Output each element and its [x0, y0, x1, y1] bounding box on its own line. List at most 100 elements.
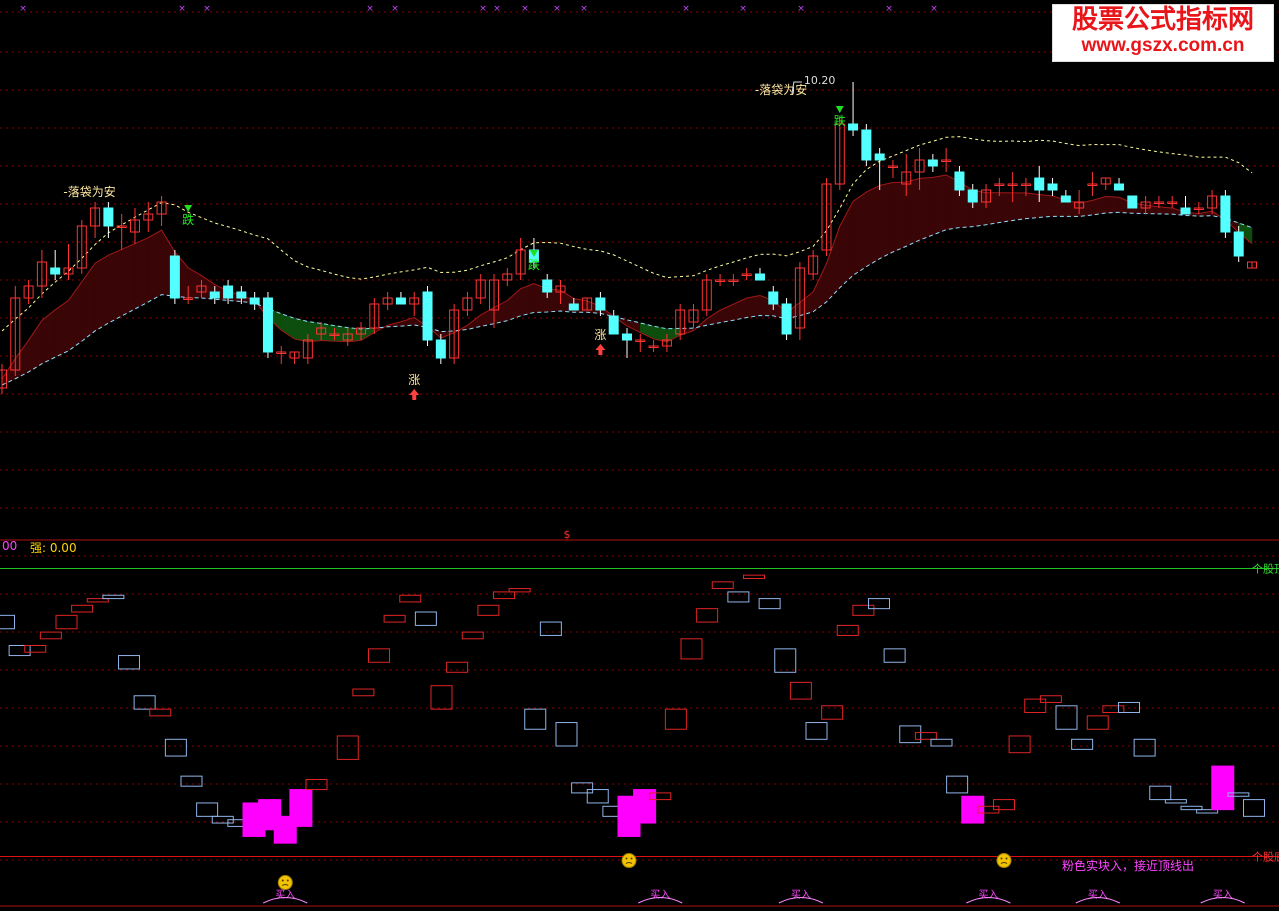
oscillator-pink-block — [961, 795, 985, 824]
smiley-icon — [277, 875, 293, 891]
candle-down — [1180, 207, 1191, 215]
oscillator-blue-box — [930, 738, 953, 747]
oscillator-blue-box — [586, 789, 609, 804]
oscillator-red-box — [1008, 735, 1031, 754]
oscillator-red-box — [914, 732, 937, 740]
candle-down — [927, 159, 938, 167]
oscillator-red-box — [71, 604, 94, 613]
oscillator-blue-box — [1243, 799, 1265, 817]
oscillator-red-box — [789, 681, 812, 700]
oscillator-pink-block — [633, 789, 657, 824]
signal-tick: × — [553, 4, 561, 14]
oscillator-blue-box — [899, 725, 922, 744]
rise-label: 涨 — [594, 327, 606, 342]
candle-down — [103, 207, 114, 227]
oscillator-blue-box — [1055, 705, 1078, 730]
signal-tick: × — [885, 4, 893, 14]
candle-down — [262, 297, 273, 353]
buy-signal-label: 买入 — [650, 889, 670, 901]
cloud-red-segment — [826, 226, 841, 303]
candle-down — [768, 291, 779, 305]
cloud-red-segment — [134, 237, 149, 310]
cloud-red-segment — [147, 229, 162, 303]
cloud-red-segment — [187, 267, 202, 299]
cloud-red-segment — [1105, 196, 1120, 214]
cloud-red-segment — [400, 317, 415, 327]
cloud-red-segment — [1025, 192, 1040, 219]
oscillator-red-box — [711, 581, 734, 590]
oscillator-blue-box — [524, 708, 547, 730]
oscillator-red-box — [461, 631, 484, 640]
signal-tick: × — [366, 4, 374, 14]
oscillator-blue-box — [727, 591, 750, 603]
cloud-red-segment — [892, 181, 907, 253]
buy-signal-label: 买入 — [978, 889, 998, 901]
signal-tick: × — [580, 4, 588, 14]
oscillator-red-box — [149, 708, 172, 717]
oscillator-red-box — [446, 661, 469, 673]
cloud-red-segment — [28, 319, 43, 373]
oscillator-blue-box — [0, 614, 15, 630]
candle-down — [1114, 183, 1125, 191]
fall-label: 跌 — [834, 113, 846, 128]
candle-down — [395, 297, 406, 305]
oscillator-blue-box — [805, 722, 828, 740]
signal-tick: × — [479, 4, 487, 14]
cloud-red-segment — [108, 248, 122, 324]
signal-tick: × — [493, 4, 501, 14]
oscillator-red-box — [399, 594, 422, 603]
cloud-red-segment — [879, 182, 894, 260]
candle-down — [568, 303, 579, 311]
subpanel-left-value: 00 — [2, 539, 18, 553]
cloud-red-segment — [1038, 194, 1053, 218]
oscillator-red-box — [305, 779, 328, 791]
candle-down — [1127, 195, 1138, 209]
watermark-logo: 股票公式指标网 www.gszx.com.cn — [1052, 4, 1274, 62]
oscillator-blue-box — [1196, 809, 1219, 814]
cloud-red-segment — [852, 191, 867, 276]
candle-down — [169, 255, 180, 299]
candle-down — [1034, 177, 1045, 191]
signal-tick: × — [797, 4, 805, 14]
cloud-red-segment — [905, 177, 920, 247]
oscillator-blue-box — [946, 775, 969, 794]
oscillator-red-box — [477, 604, 500, 616]
oscillator-blue-box — [414, 611, 437, 626]
oscillator-red-box — [430, 685, 453, 710]
watermark-url: www.gszx.com.cn — [1081, 35, 1245, 56]
cloud-red-segment — [985, 192, 1000, 226]
smiley-eye — [625, 857, 628, 860]
cloud-red-segment — [94, 254, 109, 332]
signal-tick: × — [19, 4, 27, 14]
oscillator-blue-box — [883, 648, 906, 663]
signal-tick: × — [521, 4, 529, 14]
oscillator-blue-box — [102, 594, 125, 600]
cloud-red-segment — [999, 192, 1013, 223]
oscillator-red-box — [493, 591, 515, 600]
oscillator-blue-box — [774, 648, 797, 673]
oscillator-red-box — [743, 574, 765, 580]
buy-signal-label: 买入 — [1213, 889, 1233, 901]
candle-down — [848, 123, 859, 131]
oscillator-red-box — [680, 638, 703, 660]
cloud-red-segment — [14, 339, 29, 380]
buy-signal-label: 买入 — [1088, 889, 1108, 901]
oscillator-red-box — [664, 708, 687, 730]
signal-tick: × — [682, 4, 690, 14]
dollar-marker: $ — [564, 528, 571, 541]
oscillator-blue-box — [196, 802, 219, 817]
fall-arrow — [835, 106, 844, 113]
cloud-red-segment — [1012, 192, 1027, 221]
oscillator-blue-box — [1133, 738, 1156, 757]
candle-down — [754, 273, 765, 281]
candle-down — [967, 189, 978, 203]
signal-tick: × — [930, 4, 938, 14]
candle-down — [249, 297, 260, 305]
oscillator-red-box — [836, 624, 859, 636]
cloud-red-segment — [520, 283, 535, 317]
candle-down — [223, 285, 234, 299]
cloud-red-segment — [866, 185, 880, 268]
candle-down — [608, 315, 619, 335]
candle-down — [435, 339, 446, 359]
candle-down — [781, 303, 792, 335]
